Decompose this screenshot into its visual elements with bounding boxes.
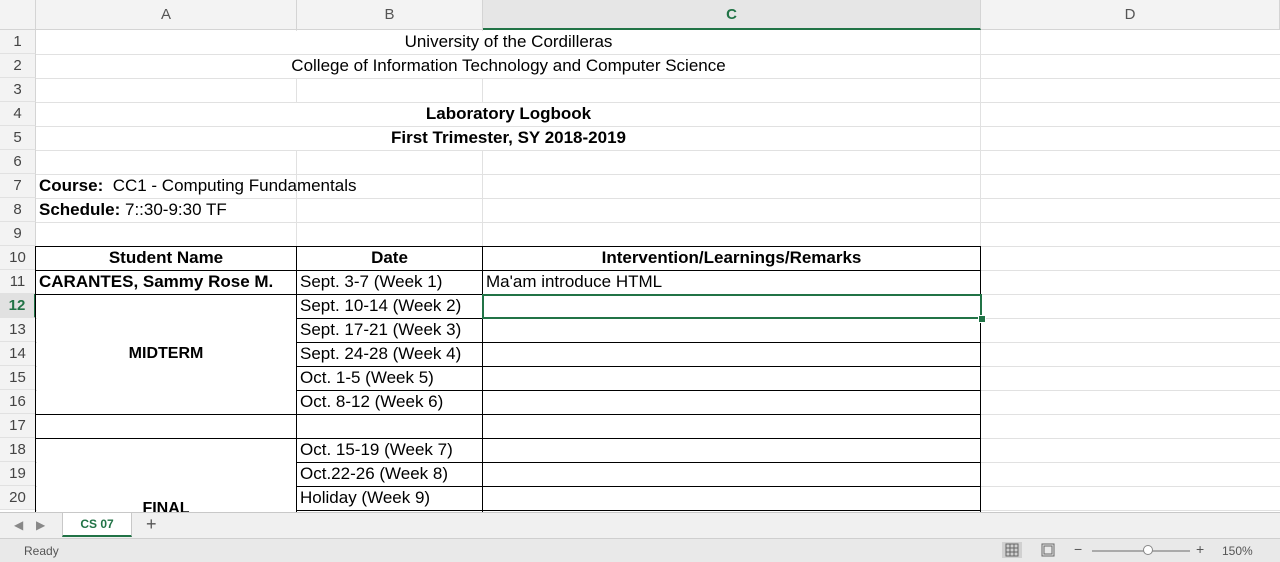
row-header-selected[interactable]: 12 xyxy=(0,294,36,318)
course-value: CC1 - Computing Fundamentals xyxy=(112,176,357,195)
select-all-corner[interactable] xyxy=(0,0,36,30)
table-border xyxy=(296,246,297,512)
zoom-slider-thumb[interactable] xyxy=(1143,545,1153,555)
row-header[interactable]: 7 xyxy=(0,174,36,198)
row-header[interactable]: 6 xyxy=(0,150,36,174)
header-student-name[interactable]: Student Name xyxy=(36,246,296,270)
table-border xyxy=(296,510,981,511)
table-border xyxy=(482,246,483,512)
row-header[interactable]: 19 xyxy=(0,462,36,486)
row-header[interactable]: 15 xyxy=(0,366,36,390)
zoom-slider-track[interactable] xyxy=(1092,550,1190,552)
row-header[interactable]: 17 xyxy=(0,414,36,438)
date-cell[interactable]: Holiday (Week 9) xyxy=(300,486,430,510)
row-header[interactable]: 5 xyxy=(0,126,36,150)
college-title: College of Information Technology and Co… xyxy=(291,56,726,75)
course-line: Course: CC1 - Computing Fundamentals xyxy=(39,174,356,198)
column-header-d[interactable]: D xyxy=(981,0,1280,30)
row-header[interactable]: 14 xyxy=(0,342,36,366)
gridline xyxy=(36,222,1280,223)
row-header[interactable]: 20 xyxy=(0,486,36,510)
row-header[interactable]: 18 xyxy=(0,438,36,462)
row-header[interactable]: 11 xyxy=(0,270,36,294)
active-cell-c12[interactable] xyxy=(482,294,982,319)
row-header[interactable]: 4 xyxy=(0,102,36,126)
table-border xyxy=(35,438,981,439)
column-header-c[interactable]: C xyxy=(483,0,981,30)
schedule-value: 7::30-9:30 TF xyxy=(124,200,227,219)
date-cell[interactable]: Sept. 10-14 (Week 2) xyxy=(300,294,461,318)
row-header[interactable]: 8 xyxy=(0,198,36,222)
date-cell[interactable]: Sept. 17-21 (Week 3) xyxy=(300,318,461,342)
header-date[interactable]: Date xyxy=(297,246,482,270)
header-remarks[interactable]: Intervention/Learnings/Remarks xyxy=(483,246,980,270)
date-cell[interactable]: Oct. 1-5 (Week 5) xyxy=(300,366,434,390)
status-bar: Ready − + 150% xyxy=(0,538,1280,562)
row-header[interactable]: 1 xyxy=(0,30,36,54)
sheet-tab-active[interactable]: CS 07 xyxy=(62,513,132,537)
status-ready: Ready xyxy=(24,544,59,558)
zoom-in-button[interactable]: + xyxy=(1196,541,1204,557)
row-header[interactable]: 10 xyxy=(0,246,36,270)
spreadsheet-grid[interactable]: A B C D 1 2 3 4 5 6 7 8 9 10 11 12 13 14… xyxy=(0,0,1280,512)
table-border xyxy=(35,246,36,512)
triangle-left-icon[interactable]: ◀ xyxy=(14,518,23,532)
remark-cell[interactable]: Ma'am introduce HTML xyxy=(486,270,662,294)
logbook-title: Laboratory Logbook xyxy=(425,104,592,123)
date-cell[interactable]: Sept. 3-7 (Week 1) xyxy=(300,270,442,294)
zoom-level[interactable]: 150% xyxy=(1222,544,1253,558)
final-label[interactable]: FINAL xyxy=(36,497,296,512)
date-cell[interactable]: Oct. 8-12 (Week 6) xyxy=(300,390,443,414)
course-label: Course: xyxy=(39,176,104,195)
zoom-out-button[interactable]: − xyxy=(1074,541,1082,557)
row-header[interactable]: 13 xyxy=(0,318,36,342)
date-cell[interactable]: Oct.22-26 (Week 8) xyxy=(300,462,448,486)
page-layout-view-icon[interactable] xyxy=(1038,542,1058,558)
triangle-right-icon[interactable]: ▶ xyxy=(36,518,45,532)
column-header-b[interactable]: B xyxy=(297,0,483,30)
schedule-line: Schedule: 7::30-9:30 TF xyxy=(39,198,227,222)
student-name-cell[interactable]: CARANTES, Sammy Rose M. xyxy=(39,270,273,294)
row-header[interactable]: 16 xyxy=(0,390,36,414)
add-sheet-button[interactable]: + xyxy=(146,514,157,535)
schedule-label: Schedule: xyxy=(39,200,121,219)
midterm-label[interactable]: MIDTERM xyxy=(36,342,296,366)
table-border xyxy=(35,414,981,415)
row-header[interactable]: 9 xyxy=(0,222,36,246)
normal-view-icon[interactable] xyxy=(1002,542,1022,558)
row-header[interactable]: 3 xyxy=(0,78,36,102)
row-header[interactable]: 2 xyxy=(0,54,36,78)
date-cell[interactable]: Oct. 15-19 (Week 7) xyxy=(300,438,453,462)
gridline xyxy=(36,78,1280,79)
table-border xyxy=(980,246,981,512)
fill-handle[interactable] xyxy=(978,315,986,323)
trimester-title: First Trimester, SY 2018-2019 xyxy=(390,128,626,147)
column-header-a[interactable]: A xyxy=(36,0,297,30)
gridline xyxy=(36,150,1280,151)
university-title: University of the Cordilleras xyxy=(404,32,613,51)
sheet-tab-bar: ◀ ▶ CS 07 + xyxy=(0,512,1280,538)
date-cell[interactable]: Sept. 24-28 (Week 4) xyxy=(300,342,461,366)
